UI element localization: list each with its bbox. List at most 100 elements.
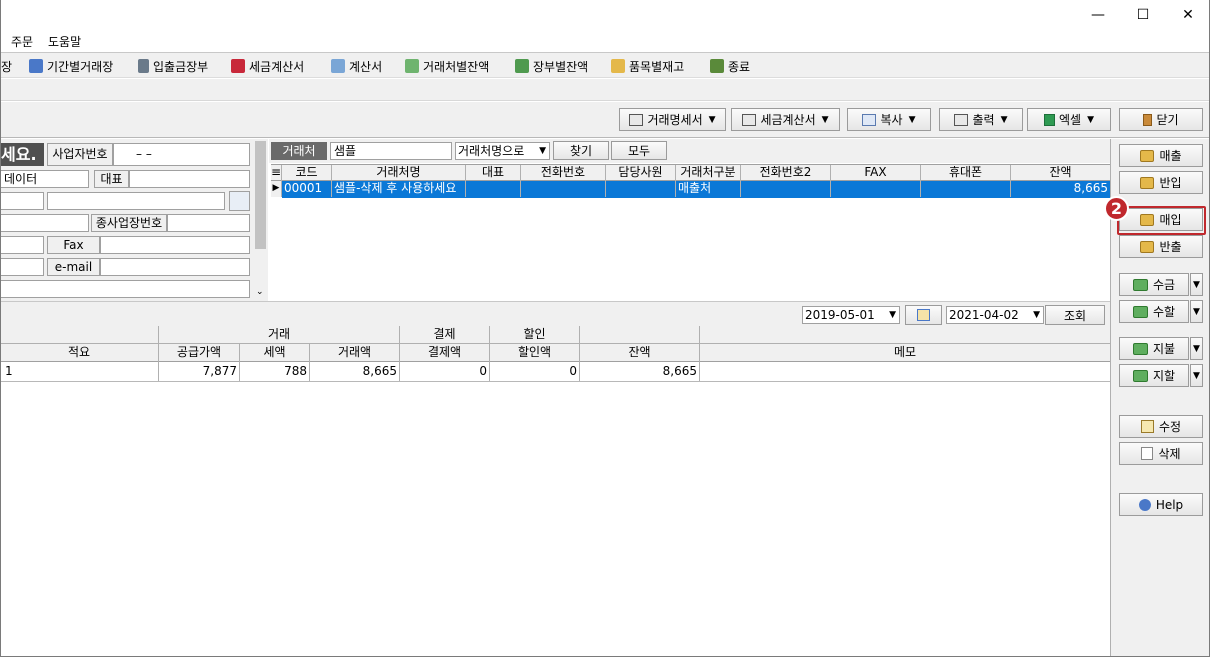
sales-button[interactable]: 매출 (1119, 144, 1203, 167)
receive-dropdown[interactable]: ▼ (1190, 273, 1203, 296)
toolbar-period-ledger[interactable]: 기간별거래장 (29, 57, 113, 75)
empty-band (0, 79, 1210, 101)
close-window-button[interactable]: ✕ (1165, 0, 1210, 30)
find-button[interactable]: 찾기 (553, 141, 609, 160)
column-header[interactable]: 담당사원 (606, 165, 676, 181)
data-field[interactable]: 데이터 (0, 170, 89, 188)
mobile-field[interactable] (0, 258, 44, 276)
receive-button[interactable]: 수금 (1119, 273, 1189, 296)
money-icon (1132, 342, 1148, 355)
ceo-field[interactable] (129, 170, 250, 188)
pay-dropdown[interactable]: ▼ (1190, 337, 1203, 360)
column-header[interactable]: 공급가액 (159, 344, 240, 362)
search-mode-select[interactable]: 거래처명으로 ▼ (455, 142, 550, 160)
all-label: 모두 (627, 144, 651, 158)
fax-field[interactable] (100, 236, 250, 254)
calendar-button[interactable] (905, 305, 942, 325)
date-to-select[interactable]: 2021-04-02 ▼ (946, 306, 1044, 324)
statement-button[interactable]: 거래명세서 ▼ (619, 108, 726, 131)
form-scrollbar[interactable]: ⌄ (253, 139, 268, 301)
copy-button[interactable]: 복사 ▼ (847, 108, 931, 131)
column-header[interactable]: 전화번호 (521, 165, 606, 181)
receive-discount-button[interactable]: 수할 (1119, 300, 1189, 323)
date-from-select[interactable]: 2019-05-01 ▼ (802, 306, 900, 324)
table-row[interactable]: 1 7,877 788 8,665 0 0 8,665 (0, 362, 1110, 382)
cell-type: 매출처 (676, 181, 741, 197)
column-header[interactable]: 할인액 (490, 344, 580, 362)
pencil-icon (1140, 420, 1154, 433)
chevron-down-icon[interactable]: ⌄ (256, 287, 264, 297)
address-field[interactable] (47, 192, 225, 210)
address-search-icon[interactable] (229, 191, 250, 211)
column-header[interactable]: 잔액 (1011, 165, 1110, 181)
table-row[interactable]: ▶ 00001 샘플-삭제 후 사용하세요 매출처 8,665 (271, 181, 1110, 198)
column-header[interactable]: 휴대폰 (921, 165, 1011, 181)
delete-button[interactable]: 삭제 (1119, 442, 1203, 465)
sub-biz-no-field[interactable] (167, 214, 250, 232)
pay-discount-button[interactable]: 지할 (1119, 364, 1189, 387)
column-header[interactable]: 결제액 (400, 344, 490, 362)
toolbar-book-balance[interactable]: 장부별잔액 (515, 57, 588, 75)
column-header[interactable]: 메모 (700, 344, 1110, 362)
column-header[interactable]: 코드 (282, 165, 332, 181)
tax-invoice-label: 세금계산서 (760, 113, 816, 127)
memo-field[interactable] (0, 280, 250, 298)
address-detail-field[interactable] (0, 214, 89, 232)
all-button[interactable]: 모두 (611, 141, 667, 160)
toolbar-item-stock[interactable]: 품목별재고 (611, 57, 684, 75)
chevron-down-icon: ▼ (1033, 310, 1040, 320)
receive-discount-dropdown[interactable]: ▼ (1190, 300, 1203, 323)
toolbar-client-balance[interactable]: 거래처별잔액 (405, 57, 489, 75)
phone-field[interactable] (0, 236, 44, 254)
menu-help[interactable]: 도움말 (48, 33, 81, 50)
column-header[interactable]: 대표 (466, 165, 521, 181)
sales-return-button[interactable]: 반입 (1119, 171, 1203, 194)
column-header[interactable]: 거래처구분 (676, 165, 741, 181)
toolbar-cashbook[interactable]: 입출금장부 (138, 57, 208, 75)
column-header[interactable]: FAX (831, 165, 921, 181)
zip-field[interactable] (0, 192, 44, 210)
search-mode-value: 거래처명으로 (458, 144, 525, 158)
scrollbar-thumb[interactable] (255, 141, 266, 249)
column-header[interactable]: 전화번호2 (741, 165, 831, 181)
column-header[interactable]: 거래처명 (332, 165, 466, 181)
email-field[interactable] (100, 258, 250, 276)
column-header[interactable]: 세액 (240, 344, 310, 362)
maximize-button[interactable]: ☐ (1120, 0, 1166, 30)
toolbar-label: 품목별재고 (629, 59, 685, 74)
cell-summary: 1 (0, 362, 159, 381)
cell-payment: 0 (400, 362, 490, 381)
excel-button[interactable]: 엑셀 ▼ (1027, 108, 1111, 131)
menu-order[interactable]: 주문 (11, 33, 33, 50)
minimize-icon: — (1091, 7, 1105, 23)
cell-code: 00001 (282, 181, 332, 197)
find-label: 찾기 (569, 144, 593, 158)
query-button[interactable]: 조회 (1045, 305, 1105, 325)
box-icon (1140, 149, 1155, 162)
chevron-down-icon: ▼ (908, 114, 916, 125)
column-header[interactable]: 거래액 (310, 344, 400, 362)
toolbar-ledger[interactable]: 장 (1, 57, 12, 75)
search-client-label: 거래처 (271, 142, 327, 160)
sub-biz-no-label: 종사업장번호 (91, 214, 167, 232)
biz-no-field[interactable]: – – (113, 143, 250, 166)
purchase-return-button[interactable]: 반출 (1119, 235, 1203, 258)
toolbar-tax-invoice[interactable]: 세금계산서 (231, 57, 304, 75)
edit-button[interactable]: 수정 (1119, 415, 1203, 438)
chevron-down-icon: ▼ (1193, 343, 1200, 354)
pay-discount-dropdown[interactable]: ▼ (1190, 364, 1203, 387)
help-button[interactable]: Help (1119, 493, 1203, 516)
ledger-header-blank (0, 326, 159, 344)
search-client-input[interactable]: 샘플 (330, 142, 452, 160)
tax-invoice-print-button[interactable]: 세금계산서 ▼ (731, 108, 840, 131)
toolbar-exit[interactable]: 종료 (710, 57, 750, 75)
column-header[interactable]: 잔액 (580, 344, 700, 362)
close-button[interactable]: 닫기 (1119, 108, 1203, 131)
print-button[interactable]: 출력 ▼ (939, 108, 1023, 131)
column-header[interactable]: 적요 (0, 344, 159, 362)
minimize-button[interactable]: — (1075, 0, 1121, 30)
pay-button[interactable]: 지불 (1119, 337, 1189, 360)
close-icon: ✕ (1182, 7, 1194, 23)
toolbar-invoice[interactable]: 계산서 (331, 57, 382, 75)
door-icon (1143, 113, 1153, 126)
